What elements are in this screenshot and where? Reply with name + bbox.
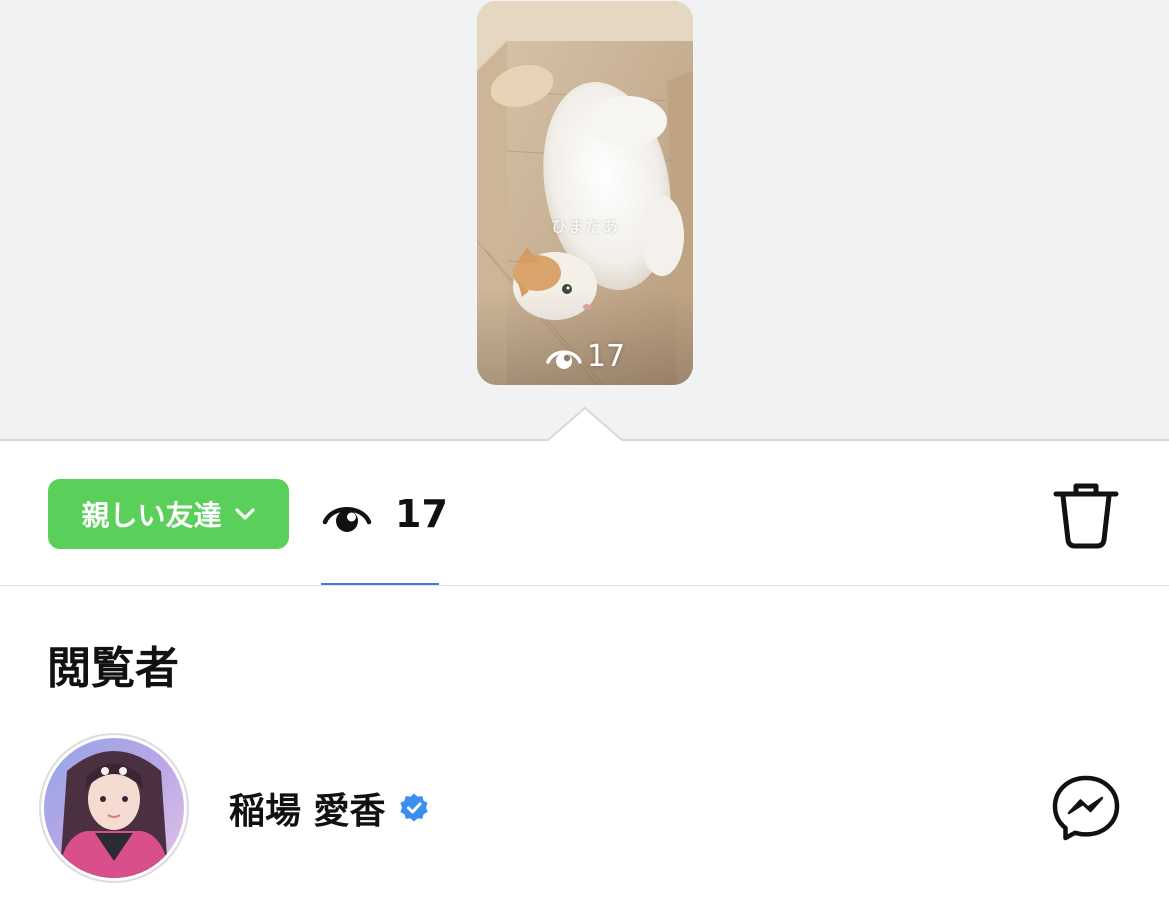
avatar[interactable] [37,731,191,885]
chevron-down-icon [234,508,255,520]
story-preview-area: ひまだあ 17 [0,0,1169,440]
audience-label: 親しい友達 [81,499,222,532]
story-photo [477,1,693,385]
view-count: 17 [395,492,448,536]
story-view-count-number: 17 [586,339,626,374]
viewer-list-item[interactable]: 稲場 愛香 [0,720,1169,895]
story-viewers-page: ひまだあ 17 親しい友達 17 閲覧者 稲場 愛香 [0,0,1169,902]
delete-story-button[interactable] [1048,478,1124,554]
trash-icon [1053,483,1119,549]
toolbar-divider [0,585,1169,586]
sheet-pointer-notch [0,406,1169,445]
tab-viewers[interactable]: 17 [321,478,448,585]
viewer-name: 稲場 愛香 [229,791,386,832]
eye-icon [322,507,372,532]
verified-badge-icon [399,793,428,822]
avatar-image [38,732,190,884]
messenger-icon [1052,775,1120,841]
story-view-count: 17 [477,339,693,374]
viewer-name-container: 稲場 愛香 [229,782,430,834]
story-thumbnail[interactable]: ひまだあ 17 [477,1,693,385]
send-message-button[interactable] [1050,772,1122,844]
audience-selector-button[interactable]: 親しい友達 [48,479,289,549]
story-caption: ひまだあ [550,217,619,236]
eye-icon [546,350,582,369]
viewers-section-title: 閲覧者 [47,643,179,694]
